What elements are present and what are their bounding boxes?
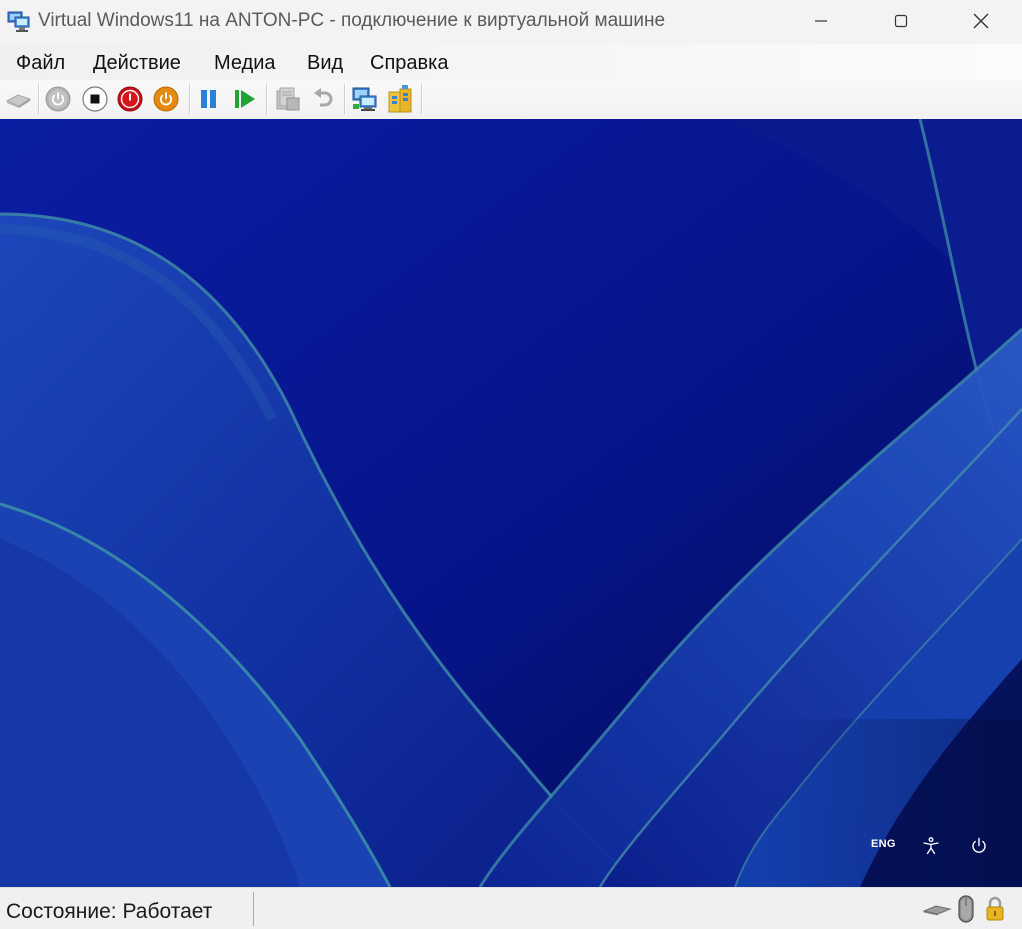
checkpoint-icon <box>276 87 300 111</box>
checkpoint-button[interactable] <box>272 84 302 114</box>
save-button[interactable] <box>151 84 181 114</box>
toolbar-separator <box>344 84 345 114</box>
pause-icon <box>201 90 216 108</box>
menu-view[interactable]: Вид <box>307 44 343 80</box>
save-icon <box>153 86 179 112</box>
vm-connection-window: Virtual Windows11 на ANTON-PC - подключе… <box>0 0 1022 929</box>
lock-icon <box>986 896 1004 921</box>
turn-off-icon <box>82 86 108 112</box>
lock-status <box>983 893 1007 925</box>
start-button[interactable] <box>43 84 73 114</box>
accessibility-button[interactable] <box>920 835 942 857</box>
close-icon <box>973 13 989 29</box>
share-icon <box>388 85 412 113</box>
title-bar[interactable]: Virtual Windows11 на ANTON-PC - подключе… <box>0 0 1022 44</box>
pause-button[interactable] <box>194 84 224 114</box>
minimize-button[interactable] <box>798 0 844 42</box>
status-bar: Состояние: Работает <box>0 887 1022 929</box>
menu-file[interactable]: Файл <box>16 44 65 80</box>
menu-media[interactable]: Медиа <box>214 44 276 80</box>
resume-button[interactable] <box>230 84 260 114</box>
shutdown-icon <box>117 86 143 112</box>
toolbar-separator <box>421 84 422 114</box>
vm-display[interactable]: ENG <box>0 119 1022 887</box>
close-button[interactable] <box>958 0 1004 42</box>
window-title: Virtual Windows11 на ANTON-PC - подключе… <box>38 10 666 31</box>
menu-help[interactable]: Справка <box>370 44 448 80</box>
share-button[interactable] <box>385 84 415 114</box>
mouse-icon <box>958 895 974 923</box>
language-indicator[interactable]: ENG <box>871 838 896 850</box>
minimize-icon <box>815 20 827 22</box>
revert-icon <box>314 88 333 107</box>
mouse-status <box>955 893 977 925</box>
vm-connect-app-icon <box>6 8 32 34</box>
maximize-icon <box>894 14 908 28</box>
ctrl-alt-del-button[interactable] <box>3 84 33 114</box>
keyboard-icon <box>922 905 952 916</box>
power-icon <box>972 837 986 853</box>
keyboard-status <box>921 893 953 925</box>
menu-bar: Файл Действие Медиа Вид Справка <box>0 44 1022 80</box>
start-icon <box>45 86 71 112</box>
menu-action[interactable]: Действие <box>93 44 181 80</box>
toolbar-separator <box>266 84 267 114</box>
enhanced-session-icon <box>352 87 377 111</box>
turn-off-button[interactable] <box>80 84 110 114</box>
resume-icon <box>235 90 255 108</box>
power-button[interactable] <box>968 835 990 857</box>
status-separator <box>253 892 254 926</box>
revert-button[interactable] <box>308 84 338 114</box>
accessibility-icon <box>923 837 939 855</box>
wallpaper-image <box>0 119 1022 887</box>
maximize-button[interactable] <box>878 0 924 42</box>
toolbar-separator <box>189 84 190 114</box>
enhanced-session-button[interactable] <box>350 84 380 114</box>
toolbar-separator <box>38 84 39 114</box>
vm-state-text: Состояние: Работает <box>6 900 213 923</box>
shutdown-button[interactable] <box>115 84 145 114</box>
ctrl-alt-del-icon <box>5 94 32 108</box>
